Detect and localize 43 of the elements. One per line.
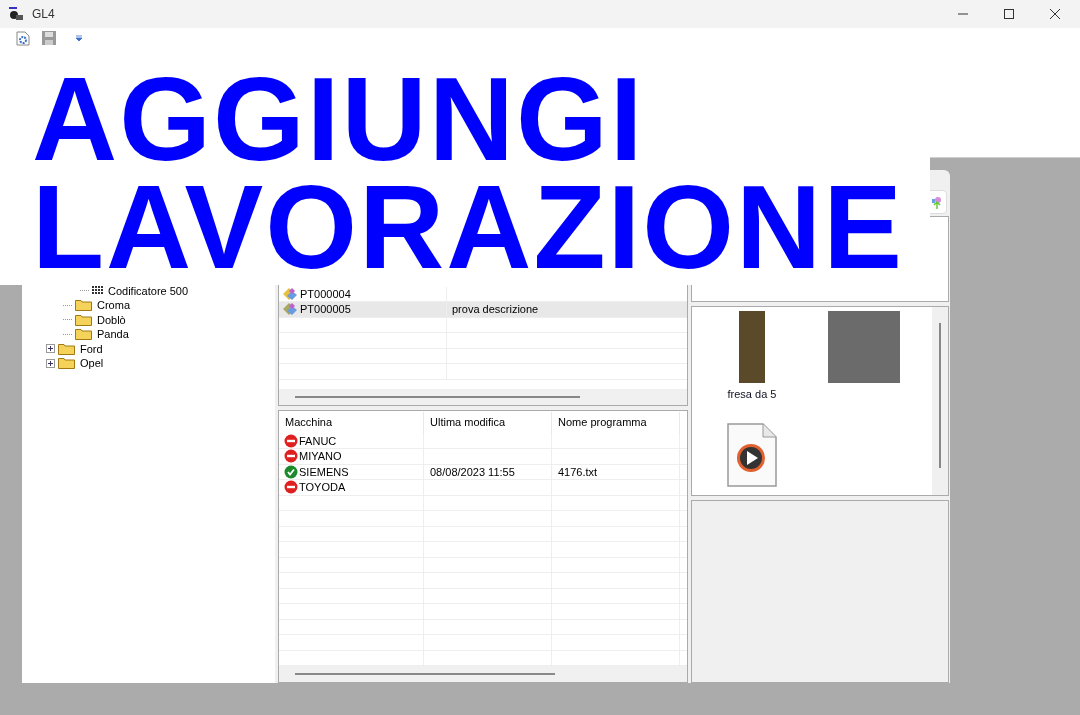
machine-name[interactable]: SIEMENS xyxy=(299,463,349,480)
process-description: prova descrizione xyxy=(451,302,540,317)
process-code[interactable]: PT000004 xyxy=(300,285,351,302)
maximize-icon[interactable] xyxy=(1004,9,1014,19)
dropdown-arrow-icon[interactable] xyxy=(76,35,82,41)
grid-icon xyxy=(92,286,103,296)
column-header[interactable]: Ultima modifica xyxy=(424,411,552,434)
app-icon xyxy=(8,6,24,22)
machine-name[interactable]: FANUC xyxy=(299,432,337,449)
expand-icon[interactable] xyxy=(46,344,55,354)
attachment-label: fresa da 5 xyxy=(727,386,777,402)
machine-name[interactable]: TOYODA xyxy=(299,479,346,496)
diamond-icon xyxy=(283,303,298,316)
process-code[interactable]: PT000005 xyxy=(300,301,351,318)
folder-icon xyxy=(75,299,92,312)
save-icon[interactable] xyxy=(42,31,56,45)
tree-item[interactable]: Ford xyxy=(80,340,103,357)
folder-icon xyxy=(58,342,75,355)
diamond-icon xyxy=(283,287,298,300)
flower-icon xyxy=(931,194,943,209)
gear-document-icon[interactable] xyxy=(16,30,30,46)
machine-name[interactable]: MIYANO xyxy=(299,448,342,465)
banner-title: AGGIUNGI xyxy=(32,64,645,173)
scrollbar-thumb[interactable] xyxy=(295,395,580,398)
expand-icon[interactable] xyxy=(46,358,55,368)
banner-title: LAVORAZIONE xyxy=(32,172,905,281)
window-title: GL4 xyxy=(32,6,55,23)
column-header[interactable]: Macchina xyxy=(279,411,424,434)
table-cell: 4176.txt xyxy=(552,464,680,479)
tree-item[interactable]: Doblò xyxy=(97,311,126,328)
video-file-icon[interactable] xyxy=(727,422,777,487)
folder-icon xyxy=(58,357,75,370)
tree-item[interactable]: Opel xyxy=(80,355,104,372)
table-cell: 08/08/2023 11:55 xyxy=(424,464,552,479)
tree-item[interactable]: Croma xyxy=(97,297,130,314)
folder-icon xyxy=(75,313,92,326)
folder-icon xyxy=(75,328,92,341)
scrollbar-thumb[interactable] xyxy=(939,322,941,468)
tree-item[interactable]: Codificatore 500 xyxy=(108,282,189,299)
tree-item[interactable]: Panda xyxy=(97,326,129,343)
column-header[interactable]: Nome programma xyxy=(552,411,680,434)
close-icon[interactable] xyxy=(1050,9,1060,19)
scrollbar-thumb[interactable] xyxy=(295,673,555,675)
